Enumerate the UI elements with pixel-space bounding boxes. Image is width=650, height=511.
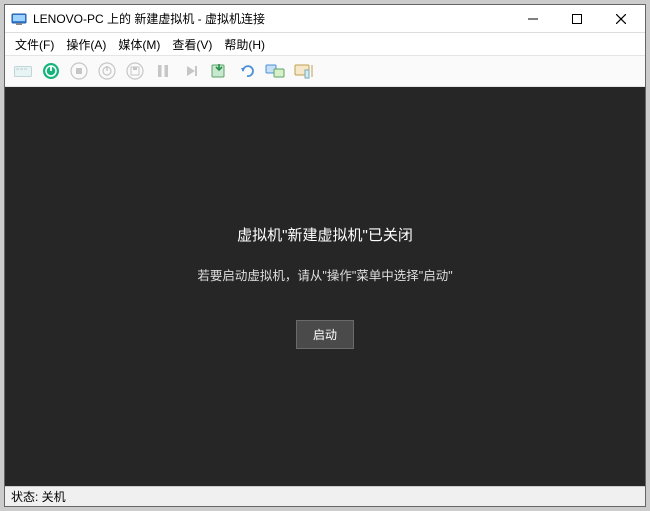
minimize-button[interactable]: [511, 6, 555, 32]
vm-status-heading: 虚拟机"新建虚拟机"已关闭: [237, 224, 413, 245]
menubar: 文件(F) 操作(A) 媒体(M) 查看(V) 帮助(H): [5, 33, 645, 55]
start-vm-button[interactable]: 启动: [296, 320, 354, 349]
save-button[interactable]: [123, 59, 147, 83]
ctrl-alt-del-button[interactable]: [11, 59, 35, 83]
menu-file[interactable]: 文件(F): [15, 36, 54, 53]
vm-viewport: 虚拟机"新建虚拟机"已关闭 若要启动虚拟机，请从"操作"菜单中选择"启动" 启动: [5, 87, 645, 486]
menu-view[interactable]: 查看(V): [172, 36, 212, 53]
share-button[interactable]: [291, 59, 315, 83]
statusbar: 状态: 关机: [5, 486, 645, 506]
reset-button[interactable]: [179, 59, 203, 83]
vm-status-message: 若要启动虚拟机，请从"操作"菜单中选择"启动": [197, 265, 452, 284]
menu-action[interactable]: 操作(A): [66, 36, 106, 53]
close-button[interactable]: [599, 6, 643, 32]
status-text: 状态: 关机: [11, 488, 66, 505]
window-title: LENOVO-PC 上的 新建虚拟机 - 虚拟机连接: [33, 10, 511, 27]
shutdown-button[interactable]: [95, 59, 119, 83]
menu-media[interactable]: 媒体(M): [118, 36, 160, 53]
window-controls: [511, 6, 643, 32]
checkpoint-button[interactable]: [207, 59, 231, 83]
window-frame: LENOVO-PC 上的 新建虚拟机 - 虚拟机连接 文件(F) 操作(A) 媒…: [4, 4, 646, 507]
enhanced-session-button[interactable]: [263, 59, 287, 83]
toolbar: [5, 55, 645, 87]
pause-button[interactable]: [151, 59, 175, 83]
maximize-button[interactable]: [555, 6, 599, 32]
start-button[interactable]: [39, 59, 63, 83]
turnoff-button[interactable]: [67, 59, 91, 83]
titlebar: LENOVO-PC 上的 新建虚拟机 - 虚拟机连接: [5, 5, 645, 33]
revert-button[interactable]: [235, 59, 259, 83]
app-icon: [11, 11, 27, 27]
menu-help[interactable]: 帮助(H): [224, 36, 265, 53]
